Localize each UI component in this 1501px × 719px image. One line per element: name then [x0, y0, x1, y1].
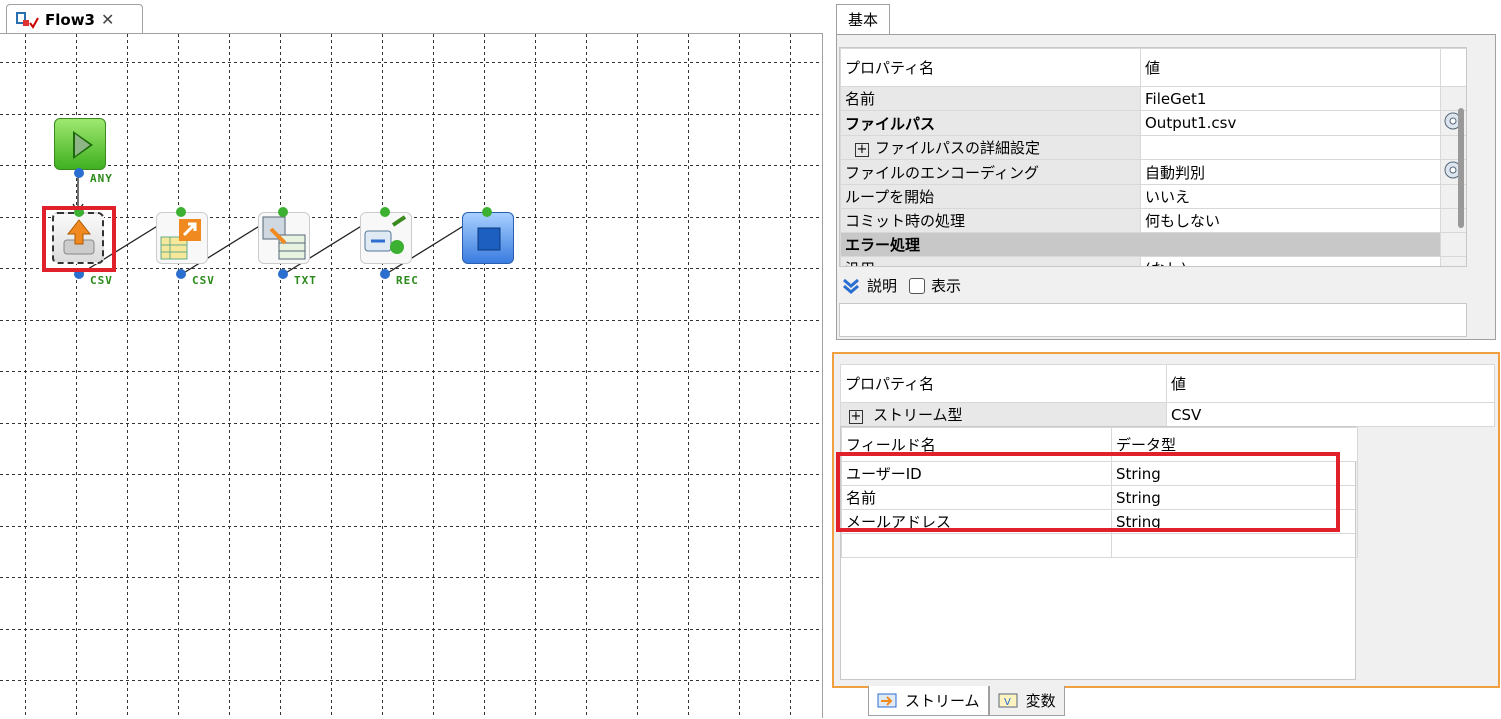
prop-name-label: 名前 [840, 86, 1141, 111]
prop-general-label: 汎用 [840, 256, 1141, 266]
prop-encoding-value[interactable]: 自動判別 [1140, 159, 1441, 185]
port-in-end[interactable] [482, 207, 492, 217]
port-any[interactable] [74, 168, 84, 178]
prop-encoding-label: ファイルのエンコーディング [840, 159, 1141, 185]
port-out-csv-2[interactable] [176, 269, 186, 279]
start-node[interactable] [54, 118, 106, 170]
show-checkbox[interactable] [909, 277, 926, 294]
stream-header-property-name: プロパティ名 [840, 364, 1167, 403]
connector-lines [72, 174, 487, 275]
port-label-csv-1: CSV [90, 274, 113, 287]
description-label: 説明 [867, 277, 898, 295]
properties-scrollbar[interactable] [1458, 108, 1464, 228]
csv-table-icon [160, 219, 201, 260]
stream-type-label[interactable]: + ストリーム型 [840, 402, 1167, 427]
prop-loop-label: ループを開始 [840, 184, 1141, 209]
double-chevron-down-icon[interactable] [841, 277, 861, 295]
prop-filepath-label: ファイルパス [840, 110, 1141, 136]
record-mapping-icon [364, 215, 407, 254]
stop-icon [477, 227, 501, 251]
port-label-csv-2: CSV [192, 274, 215, 287]
flow-icon [15, 10, 39, 30]
prop-filepath-value[interactable]: Output1.csv [1140, 110, 1441, 136]
txt-convert-node[interactable] [258, 212, 310, 264]
variables-icon: V [998, 693, 1018, 708]
svg-text:V: V [1004, 697, 1011, 708]
properties-table: プロパティ名値 名前 FileGet1 ファイルパス Output1.csv + ファ… [840, 48, 1466, 266]
description-textarea[interactable] [839, 303, 1467, 337]
bottom-tab-bar: ストリーム V 変数 [832, 686, 1065, 716]
prop-commit-value[interactable]: 何もしない [1140, 208, 1441, 233]
port-out-txt[interactable] [278, 269, 288, 279]
port-label-txt: TXT [294, 274, 317, 287]
fields-highlight [836, 452, 1340, 532]
csv-convert-node[interactable] [156, 212, 208, 264]
txt-table-icon [262, 216, 306, 260]
expand-plus-icon[interactable]: + [855, 143, 869, 157]
stream-icon [877, 693, 897, 707]
prop-loop-value[interactable]: いいえ [1140, 184, 1441, 209]
close-icon[interactable]: ✕ [101, 10, 114, 29]
tab-title: Flow3 [45, 10, 95, 29]
properties-table-container: プロパティ名値 名前 FileGet1 ファイルパス Output1.csv + ファ… [839, 47, 1467, 267]
stream-type-value[interactable]: CSV [1166, 402, 1495, 427]
prop-general-value[interactable]: (なし) [1140, 256, 1441, 266]
tab-stream[interactable]: ストリーム [868, 686, 989, 716]
stream-property-table: プロパティ名値 + ストリーム型 CSV [840, 364, 1495, 427]
prop-commit-label: コミット時の処理 [840, 208, 1141, 233]
field-row-empty[interactable] [841, 533, 1358, 558]
tab-variables[interactable]: V 変数 [988, 686, 1065, 716]
prop-name-value[interactable]: FileGet1 [1140, 86, 1441, 111]
tab-basic[interactable]: 基本 [836, 4, 890, 34]
selected-node-highlight [42, 206, 116, 272]
rec-node[interactable] [360, 212, 412, 264]
show-label: 表示 [931, 277, 962, 295]
port-out-rec[interactable] [380, 269, 390, 279]
editor-tab-flow3[interactable]: Flow3 ✕ [6, 4, 143, 34]
header-value: 値 [1140, 48, 1441, 87]
header-property-name: プロパティ名 [840, 48, 1141, 87]
expand-plus-icon[interactable]: + [849, 410, 863, 424]
play-icon [73, 131, 93, 159]
port-label-any: ANY [90, 172, 113, 185]
port-in-rec[interactable] [380, 207, 390, 217]
port-label-rec: REC [396, 274, 419, 287]
description-bar: 説明 表示 [841, 275, 961, 296]
stream-header-value: 値 [1166, 364, 1495, 403]
end-node[interactable] [462, 212, 514, 264]
port-in-txt[interactable] [278, 207, 288, 217]
flow-canvas[interactable]: ANY CSV CSV TXT REC [0, 33, 823, 718]
basic-properties-panel: 基本 プロパティ名値 名前 FileGet1 ファイルパス Output1.csv … [836, 4, 1496, 340]
error-handling-section: エラー処理 [840, 232, 1441, 257]
port-in-csv[interactable] [176, 207, 186, 217]
prop-filepath-advanced[interactable]: + ファイルパスの詳細設定 [840, 135, 1141, 160]
